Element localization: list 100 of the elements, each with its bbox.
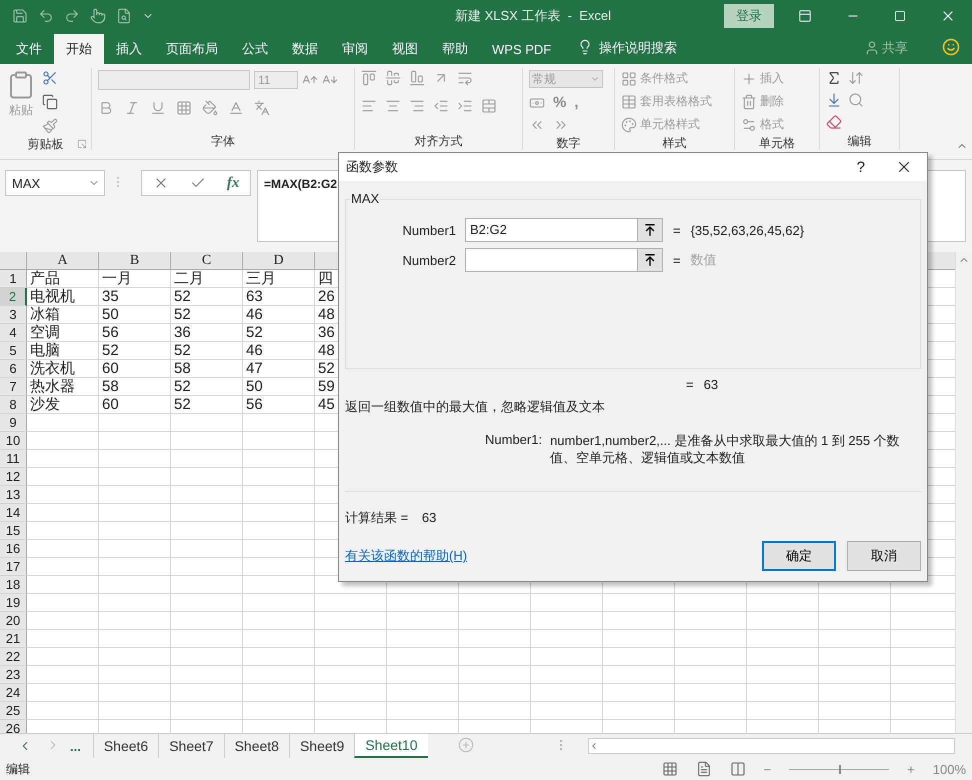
row-header[interactable]: 24: [0, 684, 27, 702]
row-header[interactable]: 1: [0, 270, 27, 288]
redo-icon[interactable]: [64, 8, 80, 24]
page-layout-icon[interactable]: [696, 761, 712, 777]
fill-icon[interactable]: [826, 92, 842, 108]
argument-field[interactable]: B2:G2: [465, 218, 663, 242]
cell-action-icon[interactable]: [741, 94, 757, 110]
normal-view-icon[interactable]: [662, 761, 678, 777]
dialog-button[interactable]: 取消: [847, 541, 921, 571]
row-header[interactable]: 19: [0, 594, 27, 612]
row-header[interactable]: 11: [0, 450, 27, 468]
row-header[interactable]: 18: [0, 576, 27, 594]
sheet-tab[interactable]: Sheet10: [354, 734, 428, 758]
font-name-field[interactable]: [98, 70, 250, 90]
row-header[interactable]: 9: [0, 414, 27, 432]
ribbon-tab[interactable]: 公式: [230, 34, 280, 64]
cell-action-icon[interactable]: [741, 116, 757, 132]
decrease-indent-icon[interactable]: [433, 98, 449, 114]
search-icon[interactable]: [848, 92, 864, 108]
phonetic-icon[interactable]: [254, 100, 270, 116]
style-icon[interactable]: [621, 94, 637, 110]
touch-mode-icon[interactable]: [90, 8, 106, 24]
add-sheet-icon[interactable]: [458, 736, 474, 752]
middle-align-icon[interactable]: [385, 70, 401, 86]
column-header[interactable]: C: [171, 252, 243, 270]
row-header[interactable]: 14: [0, 504, 27, 522]
row-header[interactable]: 13: [0, 486, 27, 504]
row-header[interactable]: 17: [0, 558, 27, 576]
undo-icon[interactable]: [38, 8, 54, 24]
insert-function-button[interactable]: fx: [226, 174, 240, 192]
column-header[interactable]: D: [243, 252, 315, 270]
row-header[interactable]: 3: [0, 306, 27, 324]
bottom-align-icon[interactable]: [409, 70, 425, 86]
row-header[interactable]: 25: [0, 702, 27, 720]
fill-color-icon[interactable]: [202, 100, 218, 116]
row-header[interactable]: 2: [0, 288, 27, 306]
tell-me-search[interactable]: 操作说明搜索: [599, 39, 864, 57]
wrap-text-icon[interactable]: [457, 70, 473, 86]
align-right-icon[interactable]: [409, 98, 425, 114]
help-link[interactable]: 有关该函数的帮助(H): [345, 547, 751, 565]
ribbon-tab[interactable]: 开始: [54, 34, 104, 64]
row-header[interactable]: 6: [0, 360, 27, 378]
ribbon-tab[interactable]: 数据: [280, 34, 330, 64]
help-button[interactable]: ?: [856, 158, 865, 176]
underline-icon[interactable]: [150, 100, 166, 116]
eraser-icon[interactable]: [826, 114, 842, 130]
select-all-corner[interactable]: [0, 252, 27, 270]
smiley-icon[interactable]: [942, 38, 960, 56]
column-header[interactable]: A: [27, 252, 99, 270]
ribbon-display-icon[interactable]: [798, 9, 812, 23]
zoom-thumb[interactable]: [839, 764, 842, 774]
italic-icon[interactable]: [124, 100, 140, 116]
row-header[interactable]: 16: [0, 540, 27, 558]
row-header[interactable]: 8: [0, 396, 27, 414]
align-left-icon[interactable]: [361, 98, 377, 114]
ribbon-tab[interactable]: 文件: [4, 34, 54, 64]
collapse-dialog-icon[interactable]: [643, 253, 657, 267]
save-icon[interactable]: [12, 8, 28, 24]
ribbon-tab[interactable]: 插入: [104, 34, 154, 64]
row-header[interactable]: 22: [0, 648, 27, 666]
maximize-icon[interactable]: [894, 10, 906, 22]
horizontal-scrollbar[interactable]: [588, 738, 955, 754]
row-header[interactable]: 12: [0, 468, 27, 486]
row-header[interactable]: 10: [0, 432, 27, 450]
border-icon[interactable]: [176, 100, 192, 116]
dialog-button[interactable]: 确定: [762, 541, 836, 571]
ribbon-tab[interactable]: WPS PDF: [480, 34, 564, 64]
ribbon-tab[interactable]: 页面布局: [154, 34, 230, 64]
ribbon-tab[interactable]: 审阅: [330, 34, 380, 64]
name-box[interactable]: MAX: [5, 170, 105, 196]
row-header[interactable]: 15: [0, 522, 27, 540]
style-icon[interactable]: [621, 116, 637, 132]
row-header[interactable]: 7: [0, 378, 27, 396]
align-center-icon[interactable]: [385, 98, 401, 114]
ribbon-tab[interactable]: 视图: [380, 34, 430, 64]
row-header[interactable]: 4: [0, 324, 27, 342]
row-header[interactable]: 26: [0, 720, 27, 733]
row-header[interactable]: 23: [0, 666, 27, 684]
merge-icon[interactable]: [481, 98, 497, 114]
copy-icon[interactable]: [42, 94, 58, 110]
user-icon[interactable]: [864, 40, 880, 56]
sort-icon[interactable]: [848, 70, 864, 86]
sign-in-button[interactable]: 登录: [724, 4, 774, 28]
top-align-icon[interactable]: [361, 70, 377, 86]
row-header[interactable]: 5: [0, 342, 27, 360]
cut-icon[interactable]: [42, 70, 58, 86]
row-header[interactable]: 21: [0, 630, 27, 648]
font-color-icon[interactable]: [228, 100, 244, 116]
more-sheets-button[interactable]: ...: [70, 738, 81, 754]
style-icon[interactable]: [621, 70, 637, 86]
print-preview-icon[interactable]: [116, 8, 132, 24]
increase-indent-icon[interactable]: [457, 98, 473, 114]
row-header[interactable]: 20: [0, 612, 27, 630]
collapse-dialog-icon[interactable]: [643, 223, 657, 237]
column-header[interactable]: B: [99, 252, 171, 270]
dialog-launcher-icon[interactable]: [77, 139, 87, 149]
argument-field[interactable]: [465, 248, 663, 272]
ribbon-tab[interactable]: 帮助: [430, 34, 480, 64]
page-break-icon[interactable]: [730, 761, 746, 777]
format-painter-icon[interactable]: [42, 118, 58, 134]
